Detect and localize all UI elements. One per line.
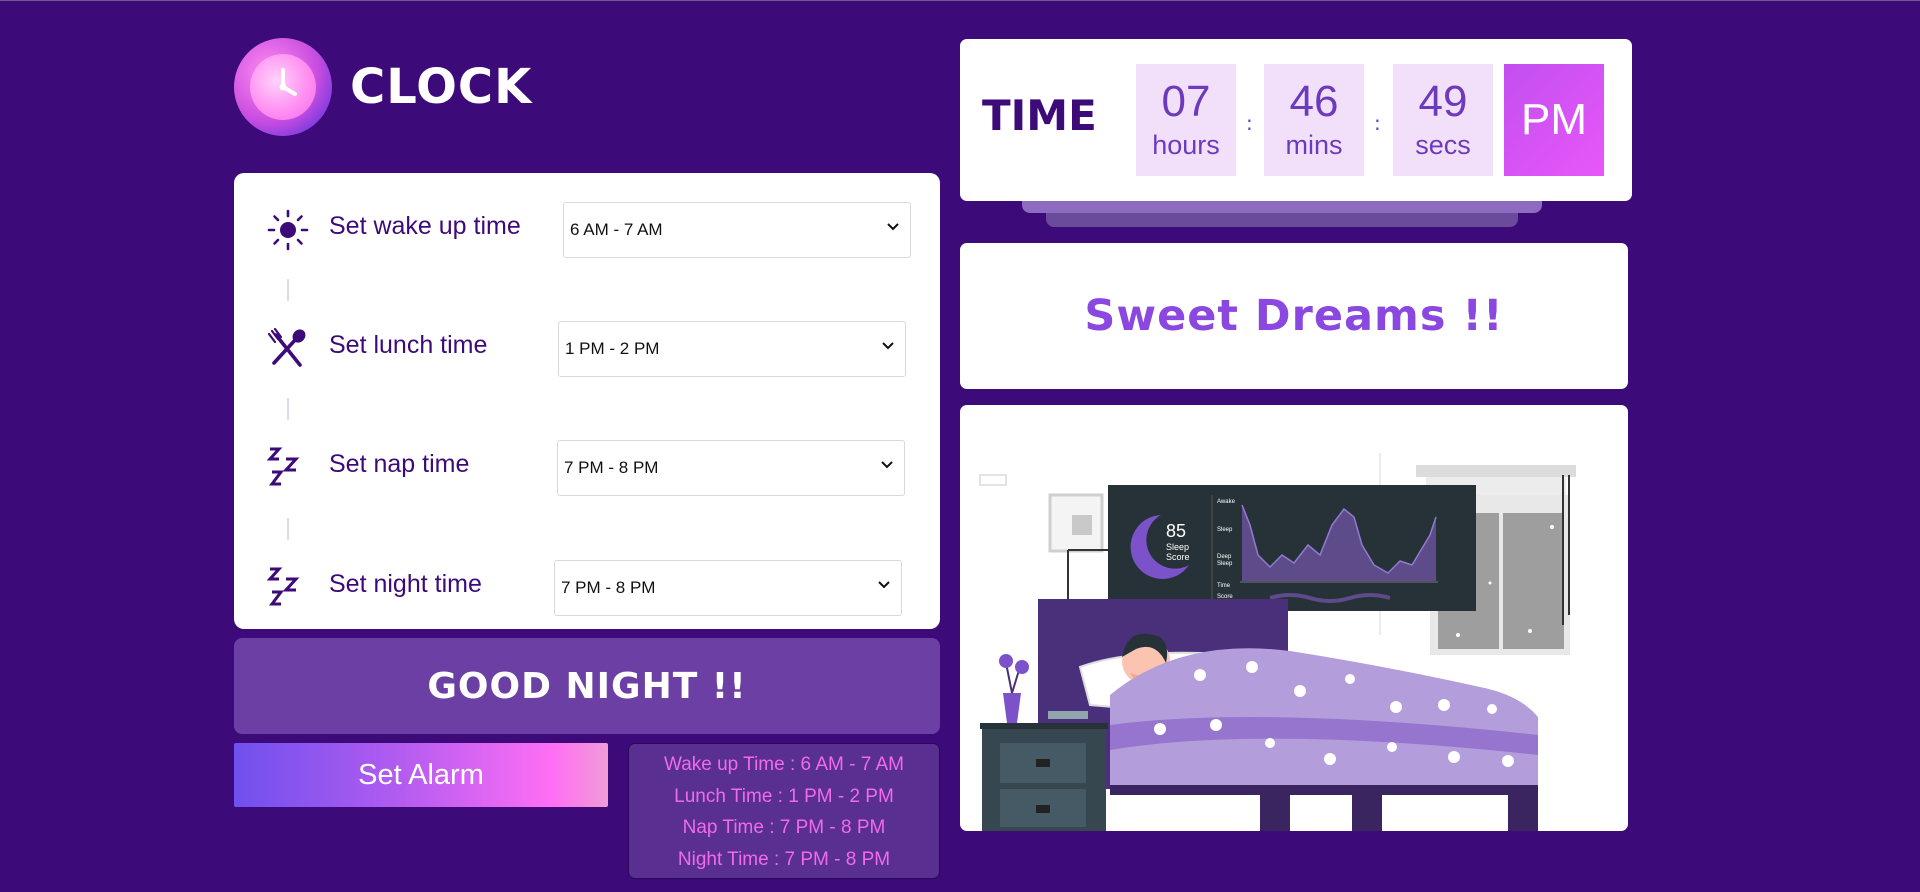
schedule-panel: Set wake up time 6 AM - 7 AM Set lunch t… (234, 173, 940, 629)
lunch-row: Set lunch time 1 PM - 2 PM (234, 319, 940, 379)
greeting-banner: GOOD NIGHT !! (234, 638, 940, 734)
night-label: Set night time (329, 570, 482, 598)
graph-label: Awake (1217, 499, 1236, 505)
sleeping-illustration: 85 Sleep Score Awake Sleep Deep Sleep Ti… (960, 405, 1628, 831)
graph-label: Deep (1217, 554, 1232, 560)
hours-box: 07 hours (1136, 64, 1236, 176)
wake-up-label: Set wake up time (329, 212, 521, 240)
chevron-down-icon (878, 581, 890, 589)
hours-unit: hours (1152, 130, 1220, 160)
connector-line (287, 398, 289, 420)
nap-row: Set nap time 7 PM - 8 PM (234, 438, 940, 498)
zzz-icon (266, 567, 300, 606)
time-separator: : (1246, 111, 1253, 135)
wake-up-row: Set wake up time 6 AM - 7 AM (234, 200, 940, 260)
nap-label: Set nap time (329, 450, 470, 478)
secs-box: 49 secs (1393, 64, 1493, 176)
top-border (0, 0, 1920, 1)
time-label: TIME (982, 91, 1097, 140)
summary-night: Night Time : 7 PM - 8 PM (677, 848, 891, 870)
sweet-dreams-message: Sweet Dreams !! (960, 243, 1628, 389)
mins-box: 46 mins (1264, 64, 1364, 176)
connector-line (287, 279, 289, 301)
hours-value: 07 (1161, 77, 1211, 126)
time-separator: : (1374, 111, 1381, 135)
summary-nap: Nap Time : 7 PM - 8 PM (682, 817, 886, 838)
summary-lunch: Lunch Time : 1 PM - 2 PM (674, 785, 894, 807)
night-row: Set night time 7 PM - 8 PM (234, 558, 940, 618)
graph-label: Time (1217, 583, 1231, 589)
sleep-score-value: 85 (1166, 521, 1186, 541)
chevron-down-icon (881, 461, 893, 469)
fork-spoon-icon (267, 327, 306, 367)
app-title: CLOCK (350, 59, 533, 115)
graph-label: Sleep (1217, 561, 1233, 567)
chevron-down-icon (887, 223, 899, 231)
mins-unit: mins (1285, 130, 1343, 160)
secs-unit: secs (1415, 130, 1471, 160)
summary-wake-up: Wake up Time : 6 AM - 7 AM (663, 754, 905, 775)
time-card: TIME 07 hours : 46 mins : 49 secs PM (960, 39, 1632, 201)
lunch-select[interactable]: 1 PM - 2 PM (558, 321, 906, 377)
zzz-icon (266, 447, 300, 486)
app-logo: CLOCK (234, 38, 532, 136)
secs-value: 49 (1418, 77, 1468, 126)
chevron-down-icon (882, 342, 894, 350)
nap-select-value: 7 PM - 8 PM (564, 458, 659, 477)
wake-up-select[interactable]: 6 AM - 7 AM (563, 202, 911, 258)
schedule-summary: Wake up Time : 6 AM - 7 AM Lunch Time : … (628, 743, 940, 879)
connector-line (287, 518, 289, 540)
lunch-select-value: 1 PM - 2 PM (565, 339, 660, 358)
sleep-score-label: Score (1166, 552, 1190, 562)
clock-logo-icon (234, 38, 332, 136)
night-select[interactable]: 7 PM - 8 PM (554, 560, 902, 616)
sun-icon (267, 209, 309, 251)
nap-select[interactable]: 7 PM - 8 PM (557, 440, 905, 496)
set-alarm-button[interactable]: Set Alarm (234, 743, 608, 807)
lunch-label: Set lunch time (329, 331, 488, 359)
wake-up-select-value: 6 AM - 7 AM (570, 220, 663, 239)
mins-value: 46 (1289, 77, 1339, 126)
ampm-indicator: PM (1504, 64, 1604, 176)
sleep-score-label: Sleep (1166, 542, 1189, 552)
graph-label: Sleep (1217, 527, 1233, 533)
night-select-value: 7 PM - 8 PM (561, 578, 656, 597)
